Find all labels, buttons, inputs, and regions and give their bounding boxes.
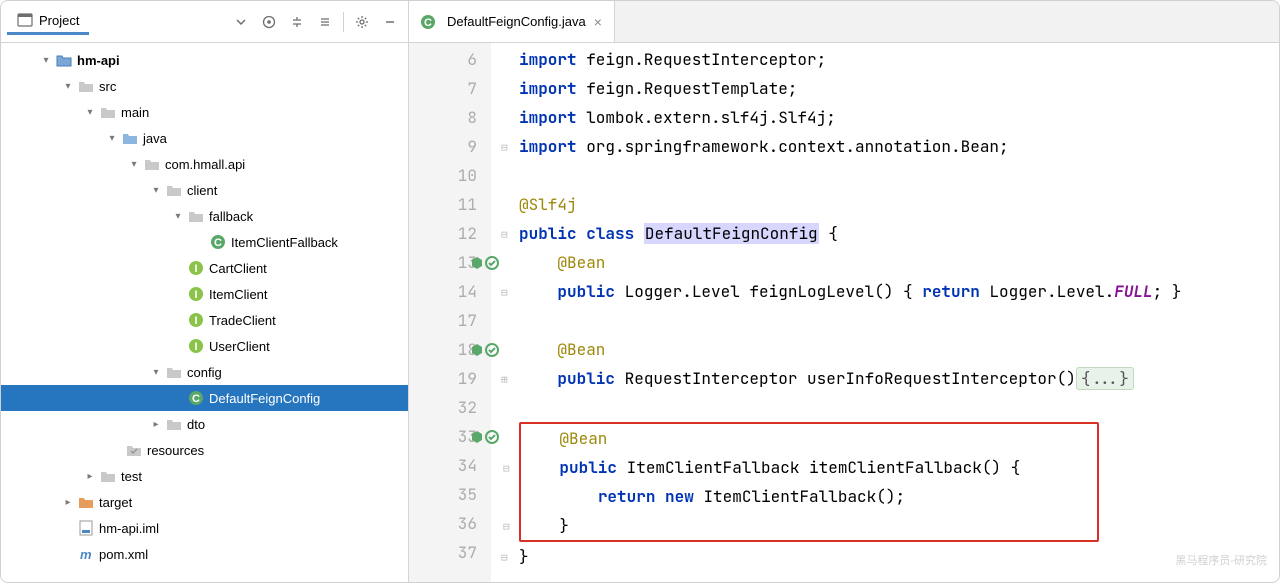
dropdown-icon[interactable] xyxy=(229,10,253,34)
package-icon xyxy=(165,182,183,198)
editor-tab-active[interactable]: C DefaultFeignConfig.java × xyxy=(409,1,615,42)
project-tree: ▾hm-api ▾src ▾main ▾java ▾com.hmall.api … xyxy=(1,43,408,582)
tree-iml[interactable]: hm-api.iml xyxy=(1,515,408,541)
tree-class-cartclient[interactable]: ICartClient xyxy=(1,255,408,281)
source-folder-icon xyxy=(121,130,139,146)
tree-class-userclient[interactable]: IUserClient xyxy=(1,333,408,359)
chevron-right-icon: ▸ xyxy=(59,497,77,508)
svg-text:m: m xyxy=(80,547,92,562)
fold-start-icon[interactable]: ⊟ xyxy=(503,455,515,484)
chevron-down-icon: ▾ xyxy=(59,81,77,92)
tree-class-defaultfeignconfig[interactable]: CDefaultFeignConfig xyxy=(1,385,408,411)
tree-main[interactable]: ▾main xyxy=(1,99,408,125)
folder-icon xyxy=(99,468,117,484)
editor-tabs: C DefaultFeignConfig.java × xyxy=(409,1,1279,43)
fold-collapsed-icon[interactable]: ⊞ xyxy=(501,366,513,395)
module-icon xyxy=(55,52,73,68)
watermark: 黑马程序员-研究院 xyxy=(1175,547,1267,576)
excluded-folder-icon xyxy=(77,494,95,510)
chevron-right-icon: ▸ xyxy=(147,419,165,430)
fold-end-icon[interactable]: ⊟ xyxy=(501,134,513,163)
tree-client[interactable]: ▾client xyxy=(1,177,408,203)
class-icon: C xyxy=(209,234,227,250)
chevron-down-icon: ▾ xyxy=(147,367,165,378)
highlighted-block: @Bean ⊟ public ItemClientFallback itemCl… xyxy=(519,422,1099,542)
fold-end-icon[interactable]: ⊟ xyxy=(503,513,515,542)
tree-fallback[interactable]: ▾fallback xyxy=(1,203,408,229)
chevron-down-icon: ▾ xyxy=(81,107,99,118)
tree-src[interactable]: ▾src xyxy=(1,73,408,99)
sidebar-title: Project xyxy=(39,13,79,28)
code-editor[interactable]: 6 7 8 9 10 11 12 13 14 17 18 19 32 33 34… xyxy=(409,43,1279,582)
tree-resources[interactable]: resources xyxy=(1,437,408,463)
tree-class-itemclient[interactable]: IItemClient xyxy=(1,281,408,307)
expand-all-icon[interactable] xyxy=(285,10,309,34)
tree-java[interactable]: ▾java xyxy=(1,125,408,151)
svg-text:I: I xyxy=(194,315,197,327)
tree-dto[interactable]: ▸dto xyxy=(1,411,408,437)
fold-end-icon[interactable]: ⊟ xyxy=(501,544,513,573)
editor-area: C DefaultFeignConfig.java × 6 7 8 9 10 1… xyxy=(409,1,1279,582)
select-opened-icon[interactable] xyxy=(257,10,281,34)
package-icon xyxy=(143,156,161,172)
svg-text:C: C xyxy=(192,393,200,405)
maven-icon: m xyxy=(77,546,95,562)
tree-module-root[interactable]: ▾hm-api xyxy=(1,47,408,73)
separator xyxy=(343,12,344,32)
package-icon xyxy=(187,208,205,224)
hide-icon[interactable] xyxy=(378,10,402,34)
tree-class-itemclientfallback[interactable]: CItemClientFallback xyxy=(1,229,408,255)
svg-text:I: I xyxy=(194,263,197,275)
project-icon xyxy=(17,12,33,28)
sidebar-toolbar: Project xyxy=(1,1,408,43)
folder-icon xyxy=(77,78,95,94)
chevron-right-icon: ▸ xyxy=(81,471,99,482)
resources-folder-icon xyxy=(125,442,143,458)
tree-target[interactable]: ▸target xyxy=(1,489,408,515)
class-icon: C xyxy=(419,14,437,30)
chevron-down-icon: ▾ xyxy=(169,211,187,222)
collapse-all-icon[interactable] xyxy=(313,10,337,34)
tree-pom[interactable]: mpom.xml xyxy=(1,541,408,567)
fold-start-icon[interactable]: ⊟ xyxy=(501,279,513,308)
tree-package[interactable]: ▾com.hmall.api xyxy=(1,151,408,177)
svg-text:I: I xyxy=(194,341,197,353)
svg-text:C: C xyxy=(424,17,432,29)
folded-region[interactable]: {...} xyxy=(1076,367,1134,390)
tree-class-tradeclient[interactable]: ITradeClient xyxy=(1,307,408,333)
chevron-down-icon: ▾ xyxy=(147,185,165,196)
gutter: 6 7 8 9 10 11 12 13 14 17 18 19 32 33 34… xyxy=(409,43,491,582)
package-icon xyxy=(165,364,183,380)
tree-config[interactable]: ▾config xyxy=(1,359,408,385)
chevron-down-icon: ▾ xyxy=(37,55,55,66)
package-icon xyxy=(165,416,183,432)
svg-text:I: I xyxy=(194,289,197,301)
iml-file-icon xyxy=(77,520,95,536)
chevron-down-icon: ▾ xyxy=(103,133,121,144)
folder-icon xyxy=(99,104,117,120)
class-icon: C xyxy=(187,390,205,406)
fold-start-icon[interactable]: ⊟ xyxy=(501,221,513,250)
code-text[interactable]: import feign.RequestInterceptor; import … xyxy=(491,43,1279,582)
interface-icon: I xyxy=(187,286,205,302)
project-tab[interactable]: Project xyxy=(7,8,89,35)
gear-icon[interactable] xyxy=(350,10,374,34)
interface-icon: I xyxy=(187,338,205,354)
interface-icon: I xyxy=(187,260,205,276)
project-sidebar: Project ▾hm-api ▾src ▾main ▾java ▾com.hm… xyxy=(1,1,409,582)
interface-icon: I xyxy=(187,312,205,328)
svg-text:C: C xyxy=(214,237,222,249)
tree-test[interactable]: ▸test xyxy=(1,463,408,489)
close-icon[interactable]: × xyxy=(592,14,604,30)
chevron-down-icon: ▾ xyxy=(125,159,143,170)
tab-label: DefaultFeignConfig.java xyxy=(447,14,586,29)
